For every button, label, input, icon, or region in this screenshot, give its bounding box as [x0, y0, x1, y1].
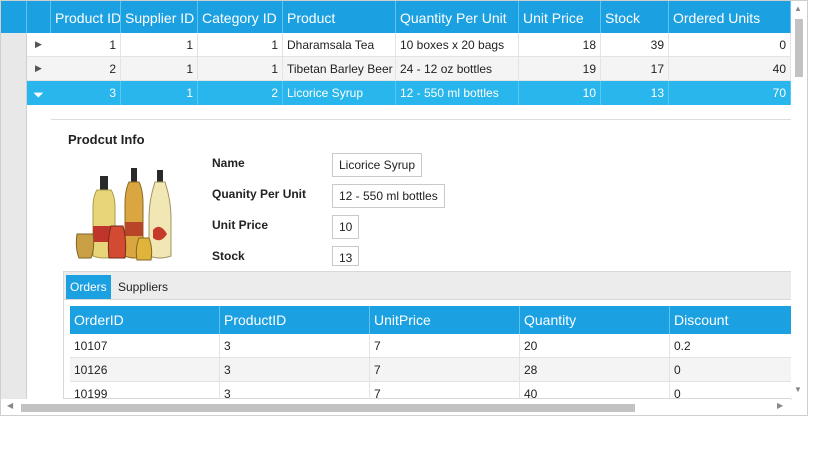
table-row[interactable]: ▶ 2 1 1 Tibetan Barley Beer 24 - 12 oz b…: [27, 57, 791, 81]
vertical-scrollbar[interactable]: ▲ ▼: [791, 1, 807, 399]
orders-cell-discount[interactable]: 0: [670, 382, 792, 399]
row-header-column: [1, 33, 27, 399]
orders-cell-quantity[interactable]: 40: [520, 382, 670, 399]
orders-cell-orderid[interactable]: 10107: [70, 334, 220, 358]
name-field[interactable]: Licorice Syrup: [332, 153, 423, 177]
cell-product[interactable]: Tibetan Barley Beer: [283, 57, 396, 81]
column-header-stock[interactable]: Stock: [601, 1, 669, 33]
orders-cell-productid[interactable]: 3: [220, 334, 370, 358]
orders-column-header-orderid[interactable]: OrderID: [70, 306, 220, 334]
triangle-right-icon[interactable]: ▶: [35, 63, 42, 74]
product-info-title: Prodcut Info: [68, 132, 145, 147]
table-row-selected[interactable]: ◢ 3 1 2 Licorice Syrup 12 - 550 ml bottl…: [27, 81, 791, 105]
cell-product-id[interactable]: 2: [51, 57, 121, 81]
cell-ordered-units[interactable]: 70: [669, 81, 791, 105]
triangle-down-icon[interactable]: ◢: [32, 86, 45, 99]
orders-column-header-unitprice[interactable]: UnitPrice: [370, 306, 520, 334]
orders-cell-discount[interactable]: 0: [670, 358, 792, 382]
grid-header: Product ID Supplier ID Category ID Produ…: [1, 1, 791, 33]
horizontal-scrollbar[interactable]: ◀ ▶: [1, 399, 791, 415]
orders-column-header-productid[interactable]: ProductID: [220, 306, 370, 334]
cell-unit-price[interactable]: 19: [519, 57, 601, 81]
tab-suppliers[interactable]: Suppliers: [114, 275, 172, 299]
header-expander-spacer: [27, 1, 51, 33]
product-bottles-image: [73, 160, 177, 266]
orders-cell-productid[interactable]: 3: [220, 358, 370, 382]
horizontal-scroll-thumb[interactable]: [21, 404, 635, 412]
cell-supplier-id[interactable]: 1: [121, 33, 198, 57]
column-header-category-id[interactable]: Category ID: [198, 1, 283, 33]
name-label: Name: [212, 156, 245, 170]
cell-product-id[interactable]: 3: [51, 81, 121, 105]
cell-category-id[interactable]: 2: [198, 81, 283, 105]
cell-product-id[interactable]: 1: [51, 33, 121, 57]
orders-column-header-discount[interactable]: Discount: [670, 306, 792, 334]
cell-quantity-per-unit[interactable]: 12 - 550 ml bottles: [396, 81, 519, 105]
cell-stock[interactable]: 13: [601, 81, 669, 105]
vertical-scroll-thumb[interactable]: [795, 19, 803, 77]
column-header-product-id[interactable]: Product ID: [51, 1, 121, 33]
cell-supplier-id[interactable]: 1: [121, 81, 198, 105]
data-grid: Product ID Supplier ID Category ID Produ…: [0, 0, 808, 416]
scroll-left-icon[interactable]: ◀: [7, 401, 13, 410]
header-corner: [1, 1, 27, 33]
orders-cell-quantity[interactable]: 28: [520, 358, 670, 382]
orders-grid-header: OrderID ProductID UnitPrice Quantity Dis…: [70, 306, 792, 334]
stock-field[interactable]: 13: [332, 246, 360, 266]
orders-column-header-quantity[interactable]: Quantity: [520, 306, 670, 334]
row-expander[interactable]: ▶: [27, 33, 51, 57]
detail-tab-control: Orders Suppliers OrderID ProductID UnitP…: [63, 271, 792, 400]
orders-cell-orderid[interactable]: 10126: [70, 358, 220, 382]
scroll-right-icon[interactable]: ▶: [777, 401, 783, 410]
orders-cell-discount[interactable]: 0.2: [670, 334, 792, 358]
tab-bar: Orders Suppliers: [64, 272, 792, 300]
product-info-section: Prodcut Info Name Licorice Syrup Quanity…: [51, 119, 791, 269]
quantity-per-unit-label: Quanity Per Unit: [212, 187, 307, 201]
column-header-ordered-units[interactable]: Ordered Units: [669, 1, 791, 33]
row-details-panel: Prodcut Info Name Licorice Syrup Quanity…: [51, 105, 792, 400]
row-expander[interactable]: ◢: [27, 81, 51, 105]
column-header-quantity-per-unit[interactable]: Quantity Per Unit: [396, 1, 519, 33]
scroll-down-icon[interactable]: ▼: [794, 385, 802, 394]
cell-unit-price[interactable]: 10: [519, 81, 601, 105]
orders-cell-unitprice[interactable]: 7: [370, 334, 520, 358]
column-header-unit-price[interactable]: Unit Price: [519, 1, 601, 33]
cell-category-id[interactable]: 1: [198, 33, 283, 57]
cell-supplier-id[interactable]: 1: [121, 57, 198, 81]
cell-stock[interactable]: 39: [601, 33, 669, 57]
column-header-product[interactable]: Product: [283, 1, 396, 33]
triangle-right-icon[interactable]: ▶: [35, 39, 42, 50]
scroll-up-icon[interactable]: ▲: [794, 4, 802, 13]
orders-cell-orderid[interactable]: 10199: [70, 382, 220, 399]
orders-row[interactable]: 10107 3 7 20 0.2: [70, 334, 792, 358]
cell-product[interactable]: Licorice Syrup: [283, 81, 396, 105]
tab-orders[interactable]: Orders: [66, 275, 111, 299]
quantity-per-unit-field[interactable]: 12 - 550 ml bottles: [332, 184, 445, 208]
orders-cell-unitprice[interactable]: 7: [370, 382, 520, 399]
orders-row[interactable]: 10126 3 7 28 0: [70, 358, 792, 382]
table-row[interactable]: ▶ 1 1 1 Dharamsala Tea 10 boxes x 20 bag…: [27, 33, 791, 57]
cell-stock[interactable]: 17: [601, 57, 669, 81]
orders-cell-unitprice[interactable]: 7: [370, 358, 520, 382]
cell-ordered-units[interactable]: 0: [669, 33, 791, 57]
row-expander[interactable]: ▶: [27, 57, 51, 81]
cell-quantity-per-unit[interactable]: 24 - 12 oz bottles: [396, 57, 519, 81]
orders-cell-quantity[interactable]: 20: [520, 334, 670, 358]
unit-price-label: Unit Price: [212, 218, 269, 232]
cell-category-id[interactable]: 1: [198, 57, 283, 81]
cell-quantity-per-unit[interactable]: 10 boxes x 20 bags: [396, 33, 519, 57]
cell-unit-price[interactable]: 18: [519, 33, 601, 57]
cell-ordered-units[interactable]: 40: [669, 57, 791, 81]
unit-price-field[interactable]: 10: [332, 215, 360, 239]
orders-cell-productid[interactable]: 3: [220, 382, 370, 399]
column-header-supplier-id[interactable]: Supplier ID: [121, 1, 198, 33]
stock-label: Stock: [212, 249, 245, 263]
orders-row[interactable]: 10199 3 7 40 0: [70, 382, 792, 400]
cell-product[interactable]: Dharamsala Tea: [283, 33, 396, 57]
